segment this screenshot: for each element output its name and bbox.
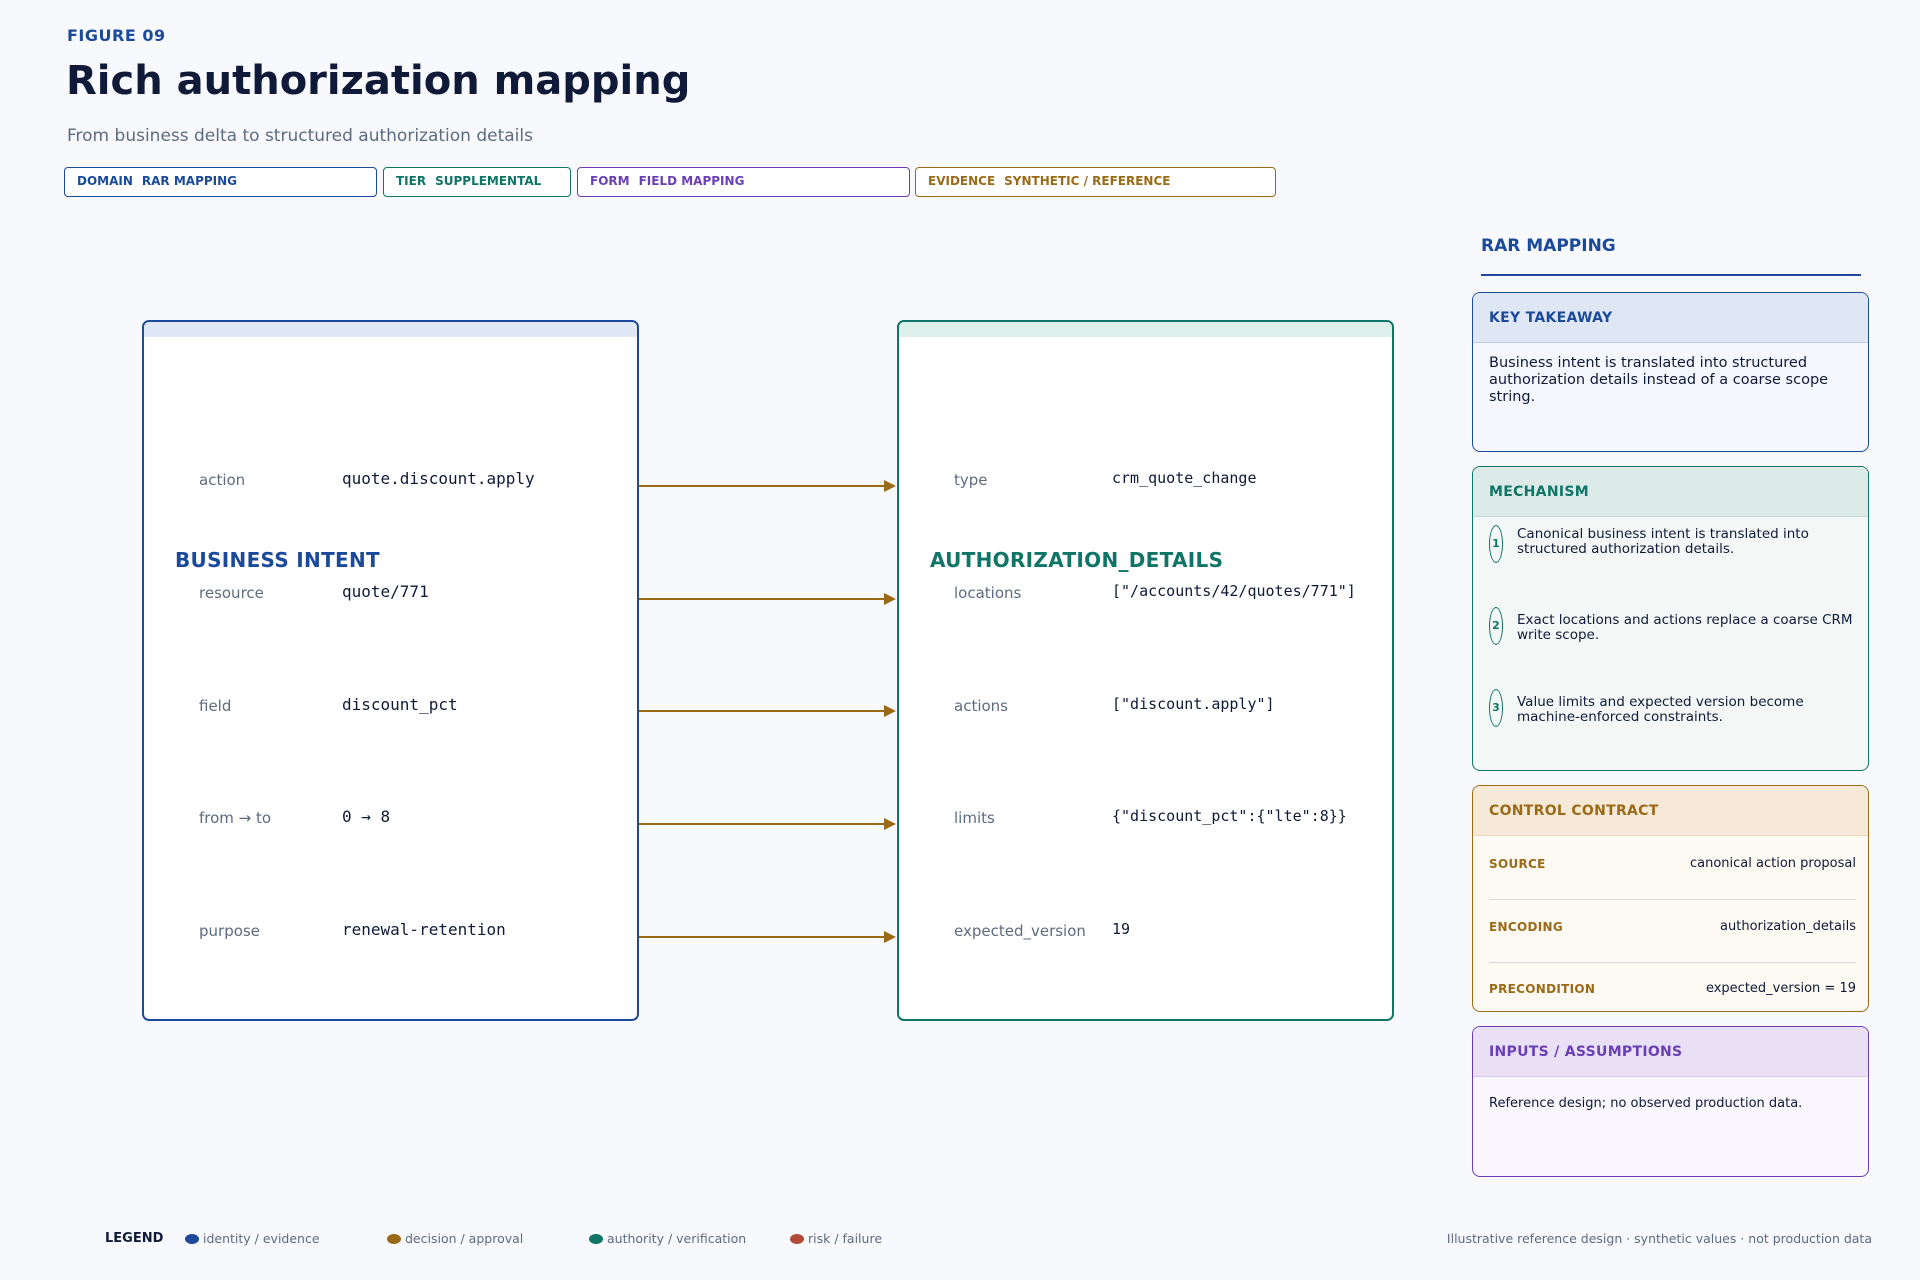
inputs-assumptions-text: Reference design; no observed production… xyxy=(1489,1096,1803,1111)
key-takeaway-title: KEY TAKEAWAY xyxy=(1473,293,1868,343)
contract-key: SOURCE xyxy=(1489,857,1546,871)
arrow-head xyxy=(884,931,896,943)
contract-divider xyxy=(1489,899,1856,900)
contract-key: PRECONDITION xyxy=(1489,982,1596,996)
contract-row-precondition: PRECONDITION expected_version = 19 xyxy=(1489,979,1856,999)
sidebar-heading-rule xyxy=(1481,274,1861,276)
key-takeaway-text: Business intent is translated into struc… xyxy=(1489,355,1829,405)
mechanism-card: MECHANISM 1 Canonical business intent is… xyxy=(1472,466,1869,771)
inputs-assumptions-title: INPUTS / ASSUMPTIONS xyxy=(1473,1027,1868,1077)
arrow-head xyxy=(884,480,896,492)
legend-item-authority: authority / verification xyxy=(589,1231,746,1246)
legend-dot xyxy=(589,1234,603,1244)
contract-value: canonical action proposal xyxy=(1690,856,1856,871)
contract-key: ENCODING xyxy=(1489,920,1563,934)
contract-row-source: SOURCE canonical action proposal xyxy=(1489,854,1856,874)
legend-text: identity / evidence xyxy=(203,1231,320,1246)
step-number: 1 xyxy=(1489,525,1503,563)
contract-row-encoding: ENCODING authorization_details xyxy=(1489,917,1856,937)
legend-item-identity: identity / evidence xyxy=(185,1231,320,1246)
arrow-head xyxy=(884,593,896,605)
control-contract-title: CONTROL CONTRACT xyxy=(1473,786,1868,836)
legend-item-risk: risk / failure xyxy=(790,1231,882,1246)
contract-value: authorization_details xyxy=(1720,919,1856,934)
contract-divider xyxy=(1489,962,1856,963)
mechanism-title: MECHANISM xyxy=(1473,467,1868,517)
inputs-assumptions-card: INPUTS / ASSUMPTIONS Reference design; n… xyxy=(1472,1026,1869,1177)
legend-item-decision: decision / approval xyxy=(387,1231,523,1246)
footer-note: Illustrative reference design · syntheti… xyxy=(1446,1231,1872,1246)
step-number: 3 xyxy=(1489,689,1503,727)
legend-dot xyxy=(185,1234,199,1244)
arrow-head xyxy=(884,705,896,717)
step-text: Value limits and expected version become… xyxy=(1517,694,1804,725)
legend-dot xyxy=(387,1234,401,1244)
legend-text: risk / failure xyxy=(808,1231,883,1246)
sidebar-heading: RAR MAPPING xyxy=(1481,236,1616,256)
legend-label: LEGEND xyxy=(105,1231,164,1246)
legend-dot xyxy=(790,1234,804,1244)
key-takeaway-card: KEY TAKEAWAY Business intent is translat… xyxy=(1472,292,1869,452)
legend-text: authority / verification xyxy=(607,1231,747,1246)
contract-value: expected_version = 19 xyxy=(1705,981,1856,996)
arrow-head xyxy=(884,818,896,830)
legend-text: decision / approval xyxy=(405,1231,524,1246)
step-text: Canonical business intent is translated … xyxy=(1517,526,1809,557)
step-number: 2 xyxy=(1489,607,1503,645)
control-contract-card: CONTROL CONTRACT SOURCE canonical action… xyxy=(1472,785,1869,1012)
step-text: Exact locations and actions replace a co… xyxy=(1517,612,1853,643)
